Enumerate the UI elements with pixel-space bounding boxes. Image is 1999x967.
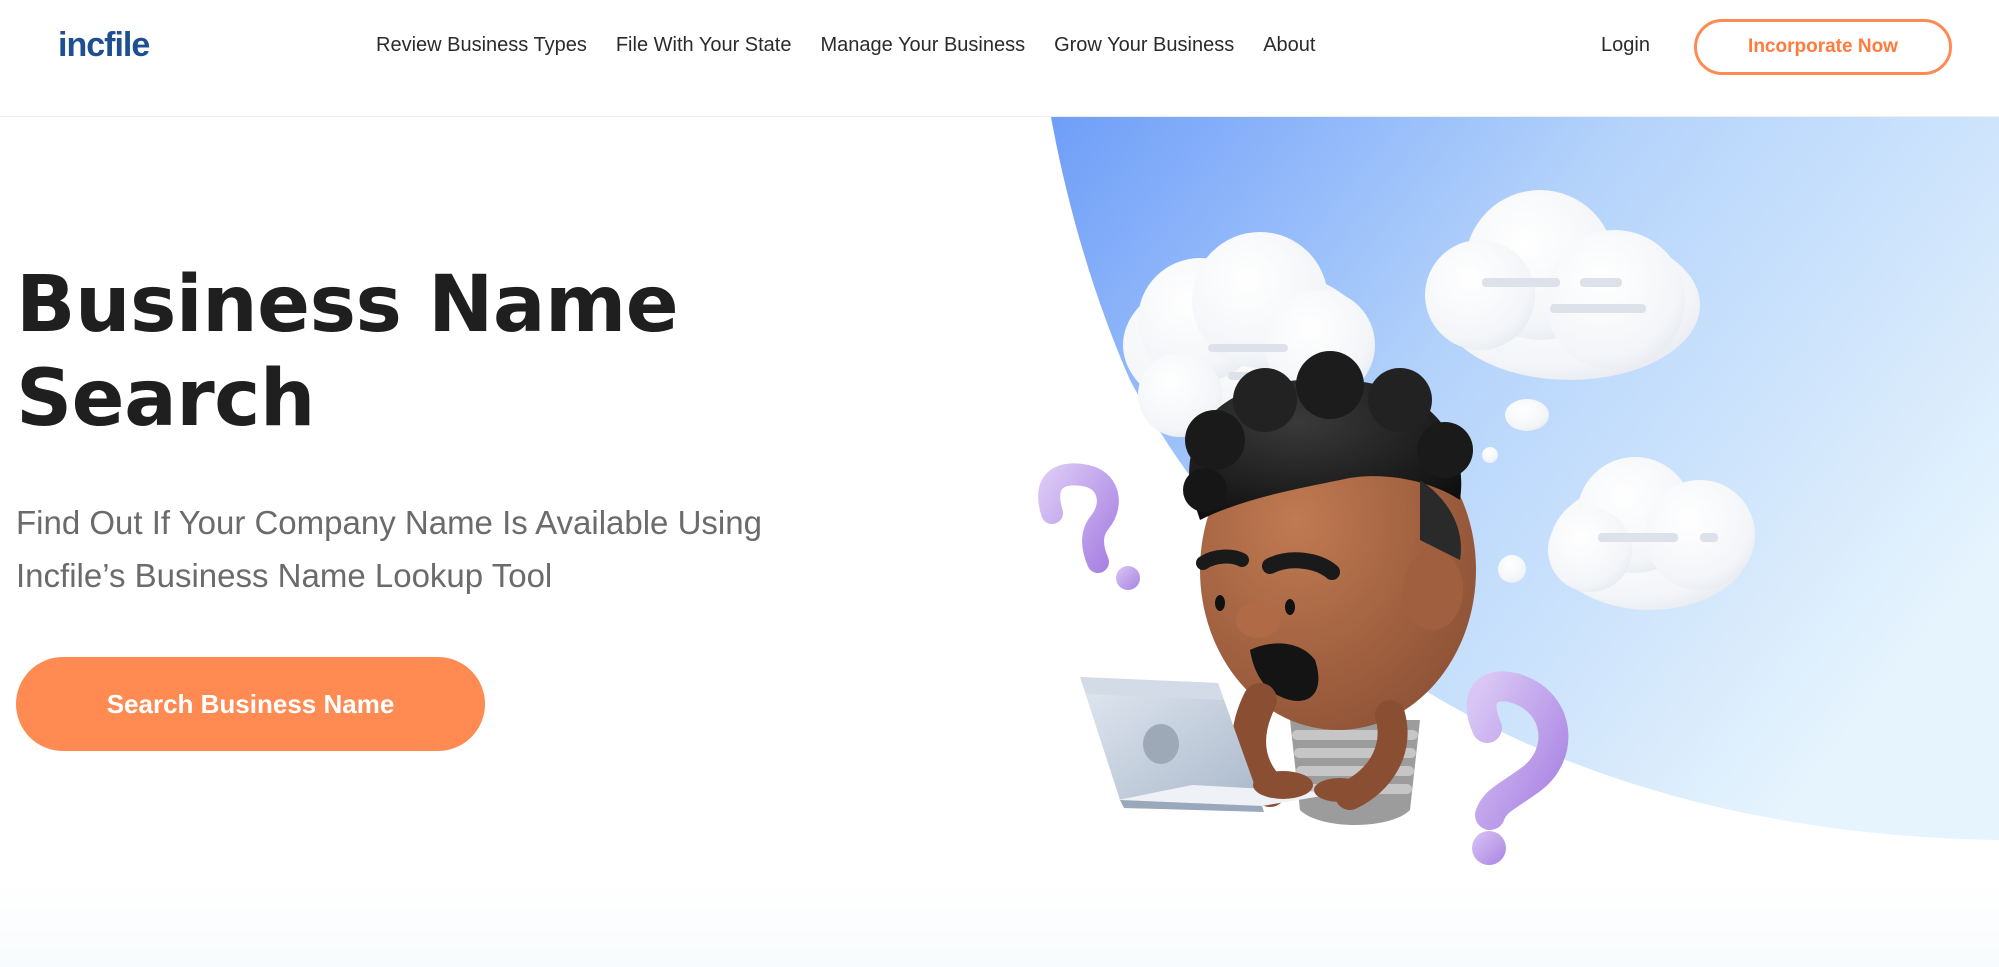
hero-subtitle-line1: Find Out If Your Company Name Is Availab… [16, 504, 762, 541]
nav-manage-your-business[interactable]: Manage Your Business [821, 34, 1026, 57]
laptop-icon [1080, 677, 1340, 812]
thought-cloud-icon [1425, 190, 1700, 380]
person-icon [1183, 351, 1476, 825]
login-link[interactable]: Login [1601, 34, 1650, 57]
question-mark-icon [1038, 463, 1140, 590]
page-title: Business Name Search [16, 258, 776, 446]
nav-grow-your-business[interactable]: Grow Your Business [1054, 34, 1234, 57]
bottom-fade [0, 880, 1999, 967]
page-title-line2: Search [16, 354, 315, 444]
incfile-logo[interactable]: incfile [58, 26, 150, 65]
page: incfile Review Business Types File With … [0, 0, 1999, 967]
page-title-line1: Business Name [16, 260, 679, 350]
site-header: incfile Review Business Types File With … [0, 0, 1999, 117]
thought-cloud-icon [1548, 457, 1755, 610]
thought-cloud-icon [1123, 232, 1375, 437]
hero-subtitle: Find Out If Your Company Name Is Availab… [16, 496, 916, 602]
nav-review-business-types[interactable]: Review Business Types [376, 34, 587, 57]
nav-file-with-your-state[interactable]: File With Your State [616, 34, 792, 57]
main-nav: Review Business Types File With Your Sta… [376, 34, 1344, 57]
nav-about[interactable]: About [1263, 34, 1315, 57]
question-mark-icon [1466, 671, 1569, 865]
hero-background-shape [1051, 117, 1999, 840]
hero-illustration [1038, 117, 1999, 865]
hero-subtitle-line2: Incfile’s Business Name Lookup Tool [16, 557, 553, 594]
search-business-name-button[interactable]: Search Business Name [16, 657, 485, 751]
incorporate-now-button[interactable]: Incorporate Now [1694, 19, 1952, 75]
